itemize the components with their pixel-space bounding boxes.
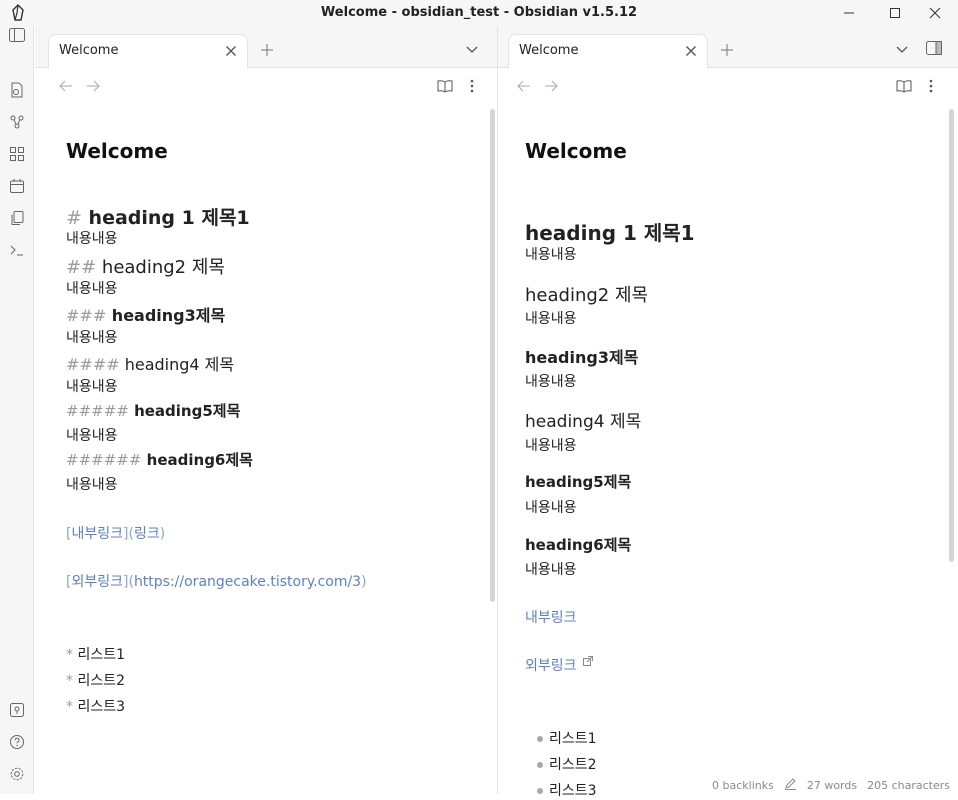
right-sidebar-toggle-icon[interactable]: [924, 38, 944, 58]
tab-list-chevron-down-icon[interactable]: [892, 39, 912, 59]
close-icon[interactable]: [683, 43, 699, 59]
body-line[interactable]: 내용내용: [66, 474, 118, 494]
heading-5: heading5제목: [525, 473, 632, 491]
bullet-icon: [537, 736, 543, 742]
terminal-icon[interactable]: [7, 240, 27, 260]
paragraph: 내용내용: [525, 438, 577, 454]
heading-2-source[interactable]: ## heading2 제목: [66, 253, 225, 279]
pencil-icon[interactable]: [784, 777, 797, 793]
list-item: 리스트1: [537, 728, 597, 748]
calendar-icon[interactable]: [7, 176, 27, 196]
body-line[interactable]: 내용내용: [66, 228, 118, 248]
blocks-icon[interactable]: [7, 144, 27, 164]
graph-icon[interactable]: [7, 112, 27, 132]
word-count: 27 words: [806, 778, 858, 792]
minimize-button[interactable]: [826, 0, 872, 26]
tab-label: Welcome: [519, 43, 579, 58]
window-title: Welcome - obsidian_test - Obsidian v1.5.…: [320, 5, 638, 20]
external-link-text: 외부링크: [71, 574, 123, 590]
scrollbar[interactable]: [490, 109, 495, 602]
new-tab-plus-icon[interactable]: [717, 40, 737, 60]
copy-icon[interactable]: [7, 208, 27, 228]
body-line[interactable]: 내용내용: [66, 376, 118, 396]
more-options-icon[interactable]: [462, 77, 482, 95]
paragraph: 내용내용: [525, 374, 577, 390]
heading-2: heading2 제목: [525, 285, 649, 306]
internal-link[interactable]: 내부링크: [525, 607, 577, 627]
forward-arrow-icon[interactable]: [83, 77, 103, 95]
help-icon[interactable]: [7, 732, 27, 752]
forward-arrow-icon[interactable]: [541, 77, 561, 95]
tab-welcome-right[interactable]: Welcome: [508, 34, 708, 68]
back-arrow-icon[interactable]: [56, 77, 76, 95]
tab-label: Welcome: [59, 43, 119, 58]
list-item-source[interactable]: * 리스트2: [66, 670, 125, 690]
internal-link-target: 링크: [133, 526, 160, 542]
heading-3: heading3제목: [525, 348, 639, 367]
sidebar-toggle-icon[interactable]: [7, 25, 27, 45]
right-tab-strip: Welcome: [498, 26, 958, 68]
heading-5-source[interactable]: ##### heading5제목: [66, 400, 240, 421]
bullet-icon: [537, 762, 543, 768]
settings-icon[interactable]: [7, 764, 27, 784]
left-ribbon: [0, 26, 34, 794]
list-item: 리스트3: [537, 780, 597, 800]
paragraph: 내용내용: [525, 311, 577, 327]
external-link-source[interactable]: [외부링크](https://orangecake.tistory.com/3): [66, 571, 367, 591]
inline-title[interactable]: Welcome: [66, 139, 168, 163]
list-item-source[interactable]: * 리스트1: [66, 644, 125, 664]
heading-6-source[interactable]: ###### heading6제목: [66, 449, 253, 470]
bullet-icon: [537, 788, 543, 794]
tab-list-chevron-down-icon[interactable]: [462, 39, 482, 59]
external-link-icon: [582, 656, 593, 666]
character-count: 205 characters: [867, 778, 950, 792]
file-search-icon[interactable]: [7, 80, 27, 100]
close-icon[interactable]: [223, 43, 239, 59]
inline-title: Welcome: [525, 139, 627, 163]
heading-1: heading 1 제목1: [525, 221, 695, 245]
left-tab-strip: Welcome: [35, 26, 497, 68]
heading-4: heading4 제목: [525, 412, 642, 432]
body-line[interactable]: 내용내용: [66, 425, 118, 445]
internal-link-source[interactable]: [내부링크](링크): [66, 523, 165, 543]
heading-6: heading6제목: [525, 536, 632, 554]
tab-welcome-left[interactable]: Welcome: [48, 34, 248, 68]
list-item-source[interactable]: * 리스트3: [66, 696, 125, 716]
body-line[interactable]: 내용내용: [66, 278, 118, 298]
paragraph: 내용내용: [525, 500, 577, 516]
left-editor-pane: Welcome # heading 1 제목1 내용내용 ## heading2 제…: [35, 69, 497, 794]
scrollbar[interactable]: [949, 109, 954, 562]
external-link-url: https://orangecake.tistory.com/3: [133, 574, 362, 590]
title-bar: Welcome - obsidian_test - Obsidian v1.5.…: [0, 0, 958, 26]
back-arrow-icon[interactable]: [514, 77, 534, 95]
status-bar: 0 backlinks 27 words 205 characters: [712, 777, 950, 793]
right-reading-pane: Welcome heading 1 제목1 내용내용 heading2 제목 내용내용…: [498, 69, 958, 799]
paragraph: 내용내용: [525, 562, 577, 578]
paragraph: 내용내용: [525, 247, 577, 263]
more-options-icon[interactable]: [921, 77, 941, 95]
close-window-button[interactable]: [912, 0, 958, 26]
vault-icon[interactable]: [7, 700, 27, 720]
heading-1-source[interactable]: # heading 1 제목1: [66, 203, 250, 230]
heading-3-source[interactable]: ### heading3제목: [66, 302, 225, 326]
backlinks-count[interactable]: 0 backlinks: [712, 779, 774, 792]
list-item: 리스트2: [537, 754, 597, 774]
reading-view-book-icon[interactable]: [435, 77, 455, 95]
external-link[interactable]: 외부링크: [525, 655, 594, 675]
body-line[interactable]: 내용내용: [66, 327, 118, 347]
heading-4-source[interactable]: #### heading4 제목: [66, 351, 234, 375]
new-tab-plus-icon[interactable]: [257, 40, 277, 60]
internal-link-text: 내부링크: [71, 526, 123, 542]
reading-view-book-icon[interactable]: [894, 77, 914, 95]
